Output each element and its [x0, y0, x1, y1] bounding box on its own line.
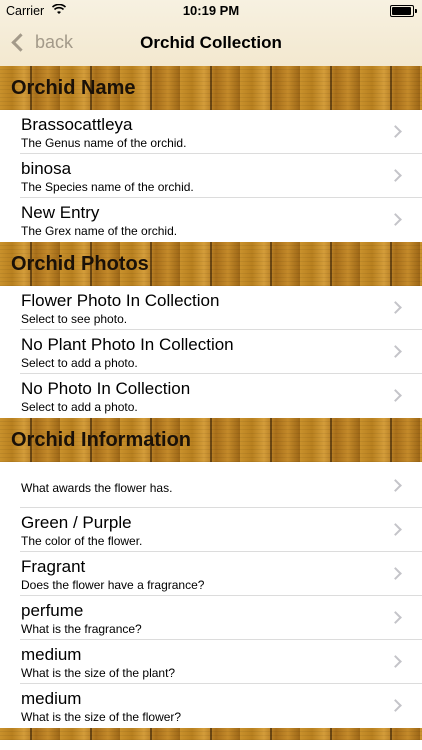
row-subtitle: Select to see photo.	[21, 312, 128, 326]
chevron-right-icon	[389, 655, 402, 668]
row-subtitle: What is the size of the plant?	[21, 666, 176, 680]
row-title: Green / Purple	[21, 513, 132, 532]
section-header-orchid-photos: Orchid Photos	[0, 242, 422, 286]
table-row-species[interactable]: binosa The Species name of the orchid.	[0, 154, 422, 198]
row-title: New Entry	[21, 203, 100, 222]
chevron-right-icon	[389, 523, 402, 536]
chevron-right-icon	[389, 169, 402, 182]
status-time: 10:19 PM	[182, 3, 240, 18]
top-bar: Carrier 10:19 PM back Orchid Collection	[0, 0, 422, 67]
row-subtitle: The Grex name of the orchid.	[21, 224, 178, 238]
table-row-flower-size[interactable]: medium What is the size of the flower?	[0, 684, 422, 728]
table-row-plant-size[interactable]: medium What is the size of the plant?	[0, 640, 422, 684]
table-row-photo[interactable]: No Photo In Collection Select to add a p…	[0, 374, 422, 418]
table-view[interactable]: Orchid Name Brassocattleya The Genus nam…	[0, 66, 422, 740]
row-title: No Plant Photo In Collection	[21, 335, 234, 354]
row-subtitle: Select to add a photo.	[21, 400, 138, 414]
row-subtitle: The color of the flower.	[21, 534, 143, 548]
row-title: Fragrant	[21, 557, 86, 576]
table-row-genus[interactable]: Brassocattleya The Genus name of the orc…	[0, 110, 422, 154]
chevron-right-icon	[389, 301, 402, 314]
row-title: Flower Photo In Collection	[21, 291, 220, 310]
chevron-right-icon	[389, 611, 402, 624]
table-row-fragrance[interactable]: perfume What is the fragrance?	[0, 596, 422, 640]
chevron-right-icon	[389, 213, 402, 226]
table-row-grex[interactable]: New Entry The Grex name of the orchid.	[0, 198, 422, 242]
table-row-plant-photo[interactable]: No Plant Photo In Collection Select to a…	[0, 330, 422, 374]
section-title: Orchid Photos	[11, 253, 149, 275]
battery-icon	[390, 5, 417, 17]
status-bar: Carrier 10:19 PM	[0, 0, 422, 22]
chevron-right-icon	[389, 125, 402, 138]
section-title: Orchid Name	[11, 77, 136, 99]
table-row-flower-photo[interactable]: Flower Photo In Collection Select to see…	[0, 286, 422, 330]
chevron-right-icon	[389, 567, 402, 580]
row-title: perfume	[21, 601, 84, 620]
row-subtitle: Does the flower have a fragrance?	[21, 578, 205, 592]
row-subtitle: The Species name of the orchid.	[21, 180, 194, 194]
page-title: Orchid Collection	[140, 33, 282, 52]
chevron-right-icon	[389, 479, 402, 492]
screen: Carrier 10:19 PM back Orchid Collection …	[0, 0, 422, 750]
section-header-orchid-information: Orchid Information	[0, 418, 422, 462]
row-title: medium	[21, 689, 82, 708]
table-row-fragrant[interactable]: Fragrant Does the flower have a fragranc…	[0, 552, 422, 596]
navigation-bar: back Orchid Collection	[0, 22, 422, 66]
row-title: medium	[21, 645, 82, 664]
row-title: binosa	[21, 159, 72, 178]
row-subtitle: What is the fragrance?	[21, 622, 142, 636]
row-subtitle: What awards the flower has.	[21, 481, 173, 495]
row-subtitle: What is the size of the flower?	[21, 710, 182, 724]
chevron-right-icon	[389, 389, 402, 402]
row-title: Brassocattleya	[21, 115, 133, 134]
row-subtitle: Select to add a photo.	[21, 356, 138, 370]
chevron-right-icon	[389, 699, 402, 712]
section-title: Orchid Information	[11, 429, 191, 451]
row-subtitle: The Genus name of the orchid.	[21, 136, 187, 150]
table-row-awards[interactable]: What awards the flower has.	[0, 462, 422, 508]
chevron-right-icon	[389, 345, 402, 358]
section-footer-wood	[0, 728, 422, 740]
table-row-color[interactable]: Green / Purple The color of the flower.	[0, 508, 422, 552]
row-title: No Photo In Collection	[21, 379, 191, 398]
section-header-orchid-name: Orchid Name	[0, 66, 422, 110]
